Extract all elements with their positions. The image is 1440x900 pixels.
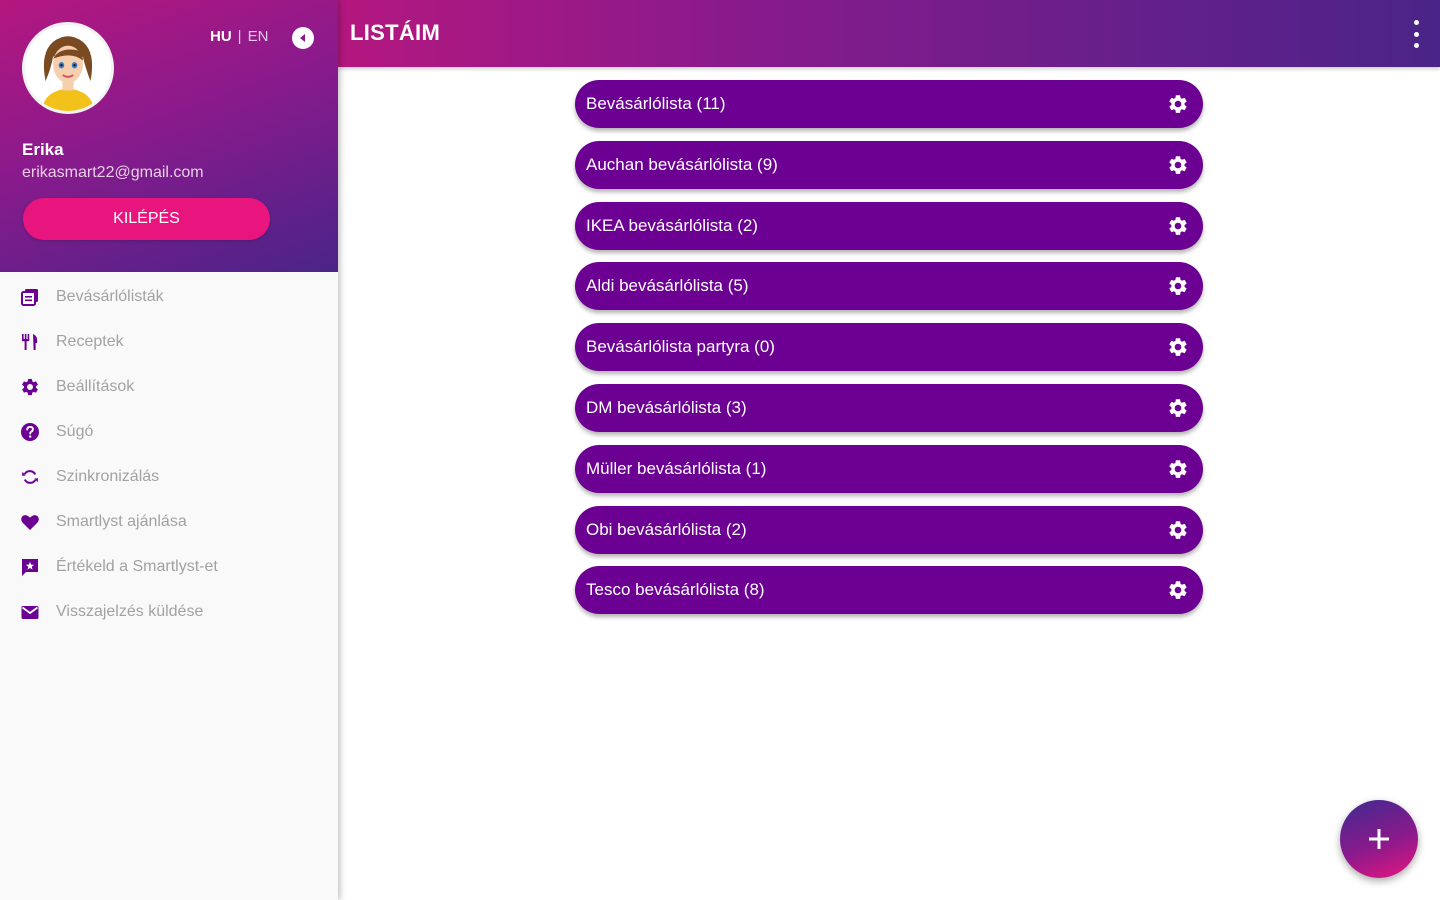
rate-icon [20, 557, 40, 577]
account-toggle-button[interactable] [292, 27, 314, 49]
add-list-button[interactable] [1340, 800, 1418, 878]
list-item[interactable]: Obi bevásárlólista (2) [575, 505, 1203, 554]
list-settings-button[interactable] [1167, 93, 1189, 115]
mail-icon [20, 602, 40, 622]
menu-item-sync[interactable]: Szinkronizálás [0, 454, 338, 499]
fork-knife-icon [20, 332, 40, 352]
list-item[interactable]: Tesco bevásárlólista (8) [575, 566, 1203, 615]
menu-item-rate[interactable]: Értékeld a Smartlyst-et [0, 544, 338, 589]
overflow-menu-button[interactable] [1410, 20, 1422, 48]
list-label: Auchan bevásárlólista (9) [586, 154, 778, 174]
menu-item-feedback[interactable]: Visszajelzés küldése [0, 589, 338, 634]
list-label: Bevásárlólista (11) [586, 94, 726, 113]
list-label: Aldi bevásárlólista (5) [586, 276, 749, 296]
help-icon [20, 422, 40, 442]
user-email: erikasmart22@gmail.com [22, 164, 204, 181]
list-settings-button[interactable] [1167, 519, 1189, 541]
list-item[interactable]: IKEA bevásárlólista (2) [575, 201, 1203, 250]
menu-label: Beállítások [56, 377, 135, 395]
dot-icon [1413, 43, 1419, 48]
drawer-header: HU | EN Erika erikasmart22@gmail.com KIL… [0, 0, 338, 272]
list-settings-button[interactable] [1167, 579, 1189, 601]
list-settings-button[interactable] [1167, 458, 1189, 480]
lang-hu[interactable]: HU [210, 28, 232, 45]
menu-item-settings[interactable]: Beállítások [0, 364, 338, 409]
heart-icon [20, 512, 40, 532]
list-settings-button[interactable] [1167, 275, 1189, 297]
list-settings-button[interactable] [1167, 397, 1189, 419]
list-item[interactable]: Bevásárlólista partyra (0) [575, 323, 1203, 372]
gear-icon [1169, 399, 1187, 417]
list-settings-button[interactable] [1167, 336, 1189, 358]
lang-en[interactable]: EN [248, 28, 269, 45]
gear-icon [1169, 155, 1187, 174]
menu-item-help[interactable]: Súgó [0, 409, 338, 454]
dot-icon [1413, 20, 1419, 25]
lang-separator: | [237, 28, 242, 45]
list-item[interactable]: Aldi bevásárlólista (5) [575, 262, 1203, 311]
menu-item-recipes[interactable]: Receptek [0, 319, 338, 364]
gear-icon [1169, 277, 1187, 296]
user-name: Erika [22, 140, 64, 159]
menu-label: Szinkronizálás [56, 467, 160, 485]
gear-icon [1169, 95, 1187, 113]
list-item[interactable]: Auchan bevásárlólista (9) [575, 140, 1203, 189]
gear-icon [1169, 216, 1187, 235]
sync-icon [20, 467, 40, 487]
plus-icon [1369, 829, 1389, 849]
navigation-drawer: HU | EN Erika erikasmart22@gmail.com KIL… [0, 0, 338, 900]
triangle-left-icon [300, 34, 305, 42]
gear-icon [1169, 459, 1187, 478]
avatar-image [25, 25, 111, 111]
list-settings-button[interactable] [1167, 154, 1189, 176]
menu-label: Visszajelzés küldése [56, 602, 204, 620]
app-bar: LISTÁIM [338, 0, 1440, 67]
menu-label: Értékeld a Smartlyst-et [56, 557, 218, 575]
list-item[interactable]: Bevásárlólista (11) [575, 80, 1203, 128]
list-label: IKEA bevásárlólista (2) [586, 215, 758, 235]
language-switcher: HU | EN [210, 28, 268, 45]
menu-label: Bevásárlólisták [56, 287, 164, 305]
list-label: Obi bevásárlólista (2) [586, 519, 747, 539]
list-label: Bevásárlólista partyra (0) [586, 337, 775, 357]
list-label: DM bevásárlólista (3) [586, 397, 747, 417]
gear-icon [20, 377, 40, 397]
avatar[interactable] [22, 22, 114, 114]
gear-icon [1169, 581, 1187, 600]
list-item[interactable]: Müller bevásárlólista (1) [575, 444, 1203, 493]
drawer-menu: Bevásárlólisták Receptek Beállítások Súg… [0, 274, 338, 634]
menu-label: Receptek [56, 332, 124, 350]
shopping-list-icon [20, 287, 40, 307]
list-label: Müller bevásárlólista (1) [586, 458, 767, 478]
gear-icon [1169, 338, 1187, 357]
list-label: Tesco bevásárlólista (8) [586, 580, 765, 600]
shopping-lists: Bevásárlólista (11) Auchan bevásárlólist… [575, 80, 1203, 627]
list-settings-button[interactable] [1167, 215, 1189, 237]
logout-button[interactable]: KILÉPÉS [23, 198, 270, 240]
menu-item-shopping-lists[interactable]: Bevásárlólisták [0, 274, 338, 319]
list-item[interactable]: DM bevásárlólista (3) [575, 383, 1203, 432]
gear-icon [1169, 520, 1187, 539]
page-title: LISTÁIM [350, 20, 441, 45]
dot-icon [1413, 31, 1419, 37]
menu-label: Smartlyst ajánlása [56, 512, 187, 530]
menu-item-recommend[interactable]: Smartlyst ajánlása [0, 499, 338, 544]
menu-label: Súgó [56, 422, 94, 440]
